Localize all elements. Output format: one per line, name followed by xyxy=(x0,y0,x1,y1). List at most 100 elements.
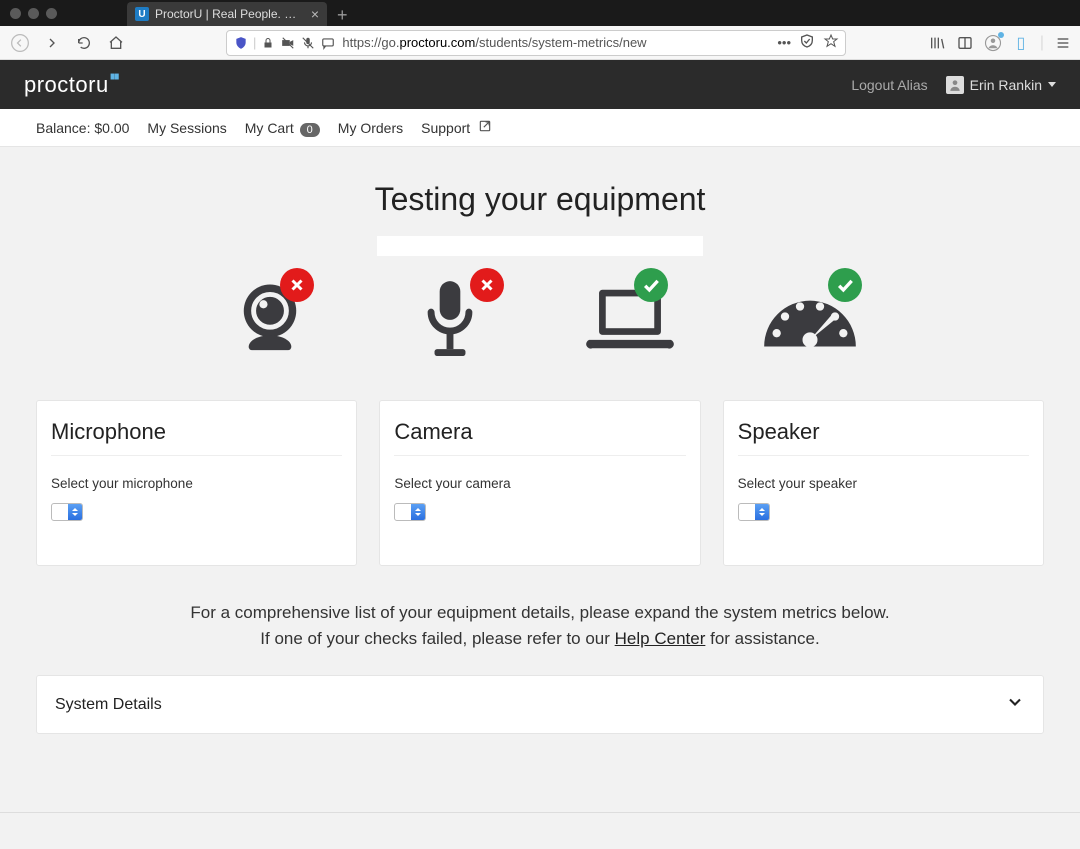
url-bar[interactable]: | https://go.proctoru.com/students/syste… xyxy=(226,30,846,56)
card-label: Select your camera xyxy=(394,476,685,491)
url-text: https://go.proctoru.com/students/system-… xyxy=(342,35,771,50)
app-logo[interactable]: proctoru▝▘ xyxy=(24,72,125,98)
divider xyxy=(394,455,685,456)
shield-icon[interactable] xyxy=(233,35,249,51)
nav-support-label: Support xyxy=(421,120,470,136)
divider xyxy=(51,455,342,456)
help-line-2: If one of your checks failed, please ref… xyxy=(36,626,1044,652)
card-title: Camera xyxy=(394,419,685,445)
urlbar-right-icons: ••• xyxy=(777,33,839,52)
progress-bar xyxy=(377,236,703,256)
x-icon xyxy=(288,276,306,294)
avatar-icon xyxy=(946,76,964,94)
nav-support[interactable]: Support xyxy=(421,119,492,136)
caret-down-icon xyxy=(1048,82,1056,87)
card-title: Microphone xyxy=(51,419,342,445)
status-icon-row xyxy=(36,274,1044,364)
status-badge-fail xyxy=(470,268,504,302)
external-link-icon xyxy=(478,120,492,136)
card-label: Select your speaker xyxy=(738,476,1029,491)
expander-label: System Details xyxy=(55,696,162,714)
check-icon xyxy=(641,275,661,295)
nav-cart[interactable]: My Cart 0 xyxy=(245,120,320,136)
device-cards: Microphone Select your microphone Camera… xyxy=(36,400,1044,566)
tab-title: ProctorU | Real People. Real Pr… xyxy=(155,7,305,21)
status-camera xyxy=(220,274,320,364)
card-microphone: Microphone Select your microphone xyxy=(36,400,357,566)
browser-tab[interactable]: U ProctorU | Real People. Real Pr… × xyxy=(127,2,327,26)
help-line-1: For a comprehensive list of your equipme… xyxy=(36,600,1044,626)
help-line-2b: for assistance. xyxy=(705,629,819,648)
logout-link[interactable]: Logout Alias xyxy=(851,77,927,93)
page-title: Testing your equipment xyxy=(36,181,1044,218)
nav-balance: Balance: $0.00 xyxy=(36,120,129,136)
toolbar-right-icons: ▯ | xyxy=(928,34,1072,52)
nav-home-button[interactable] xyxy=(104,31,128,55)
bookmark-star-icon[interactable] xyxy=(823,33,839,52)
help-text: For a comprehensive list of your equipme… xyxy=(36,600,1044,651)
logo-owl-icon: ▝▘ xyxy=(107,75,123,86)
nav-sessions[interactable]: My Sessions xyxy=(147,120,226,136)
select-arrows-icon xyxy=(411,504,425,520)
mic-blocked-icon[interactable] xyxy=(300,35,316,51)
new-tab-button[interactable]: + xyxy=(337,6,348,26)
nav-forward-button[interactable] xyxy=(40,31,64,55)
status-speed xyxy=(760,274,860,364)
url-domain: proctoru.com xyxy=(399,35,475,50)
browser-toolbar: | https://go.proctoru.com/students/syste… xyxy=(0,26,1080,60)
menu-icon[interactable] xyxy=(1054,34,1072,52)
window-close-dot[interactable] xyxy=(10,8,21,19)
status-microphone xyxy=(400,274,500,364)
chevron-down-icon xyxy=(1005,692,1025,717)
divider xyxy=(738,455,1029,456)
status-badge-fail xyxy=(280,268,314,302)
tab-close-icon[interactable]: × xyxy=(311,7,319,21)
urlbar-left-icons: | xyxy=(233,35,336,51)
main-nav: Balance: $0.00 My Sessions My Cart 0 My … xyxy=(0,109,1080,147)
nav-orders[interactable]: My Orders xyxy=(338,120,403,136)
url-path: /students/system-metrics/new xyxy=(475,35,646,50)
check-icon xyxy=(835,275,855,295)
window-controls xyxy=(0,8,57,19)
chat-icon[interactable] xyxy=(320,35,336,51)
camera-select[interactable] xyxy=(394,503,426,521)
lock-icon[interactable] xyxy=(260,35,276,51)
extension-icon[interactable]: ▯ xyxy=(1012,34,1030,52)
app-header: proctoru▝▘ Logout Alias Erin Rankin xyxy=(0,60,1080,109)
card-camera: Camera Select your camera xyxy=(379,400,700,566)
reader-icon[interactable] xyxy=(799,33,815,52)
more-icon[interactable]: ••• xyxy=(777,35,791,50)
status-badge-pass xyxy=(828,268,862,302)
status-computer xyxy=(580,274,680,364)
library-icon[interactable] xyxy=(928,34,946,52)
user-menu[interactable]: Erin Rankin xyxy=(946,76,1056,94)
microphone-select[interactable] xyxy=(51,503,83,521)
card-title: Speaker xyxy=(738,419,1029,445)
browser-tabstrip: U ProctorU | Real People. Real Pr… × + xyxy=(127,0,1080,26)
url-prefix: https://go. xyxy=(342,35,399,50)
help-center-link[interactable]: Help Center xyxy=(615,629,706,648)
tab-favicon-icon: U xyxy=(135,7,149,21)
sidebar-icon[interactable] xyxy=(956,34,974,52)
select-arrows-icon xyxy=(755,504,769,520)
logo-text: proctor xyxy=(24,72,96,98)
window-titlebar: U ProctorU | Real People. Real Pr… × + xyxy=(0,0,1080,26)
card-speaker: Speaker Select your speaker xyxy=(723,400,1044,566)
camera-blocked-icon[interactable] xyxy=(280,35,296,51)
card-label: Select your microphone xyxy=(51,476,342,491)
footer-divider xyxy=(0,812,1080,813)
username-label: Erin Rankin xyxy=(970,77,1042,93)
page-content: Testing your equipment xyxy=(0,147,1080,758)
nav-cart-label: My Cart xyxy=(245,120,294,136)
cart-count-badge: 0 xyxy=(300,123,320,137)
speaker-select[interactable] xyxy=(738,503,770,521)
system-details-expander[interactable]: System Details xyxy=(36,675,1044,734)
nav-back-button[interactable] xyxy=(8,31,32,55)
window-zoom-dot[interactable] xyxy=(46,8,57,19)
nav-reload-button[interactable] xyxy=(72,31,96,55)
profile-icon[interactable] xyxy=(984,34,1002,52)
help-line-2a: If one of your checks failed, please ref… xyxy=(260,629,614,648)
x-icon xyxy=(478,276,496,294)
select-arrows-icon xyxy=(68,504,82,520)
window-minimize-dot[interactable] xyxy=(28,8,39,19)
